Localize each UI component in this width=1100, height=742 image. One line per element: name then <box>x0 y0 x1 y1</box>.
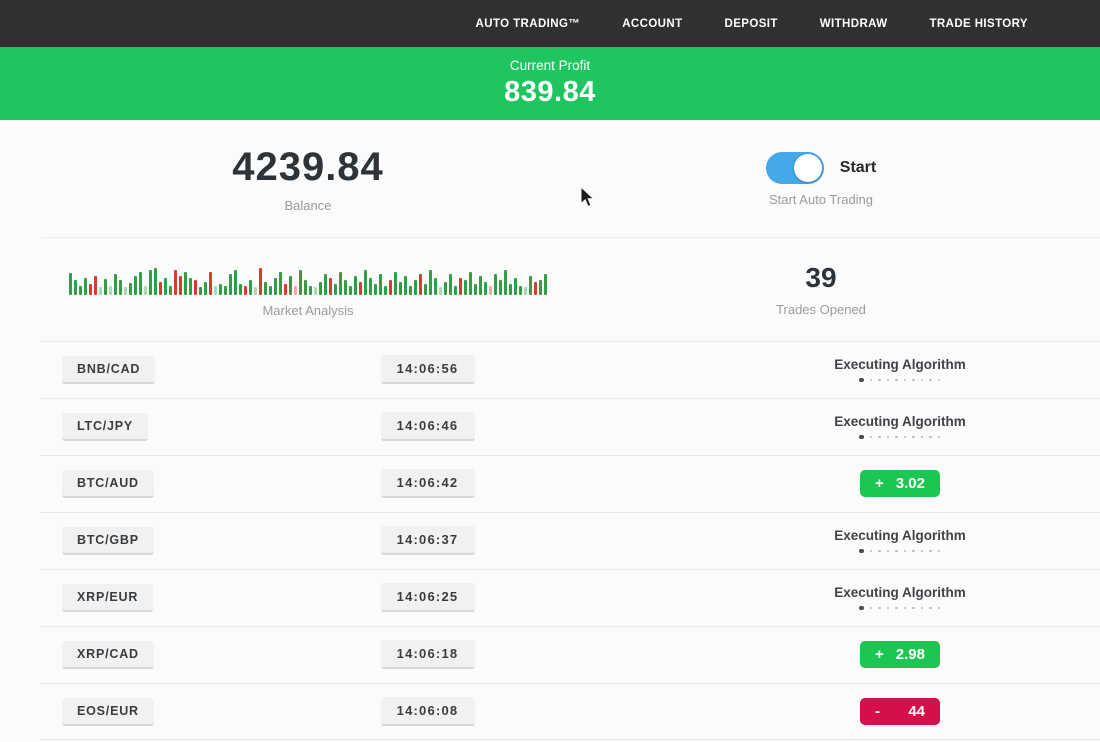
executing-status: Executing Algorithm <box>834 528 966 554</box>
auto-trading-label: Start Auto Trading <box>769 192 873 207</box>
trade-row: LTC/JPY 14:06:46 Executing Algorithm <box>0 398 1100 455</box>
balance-label: Balance <box>285 198 332 213</box>
trade-row: XRP/EUR 14:06:25 Executing Algorithm <box>0 569 1100 626</box>
time-chip[interactable]: 14:06:08 <box>381 697 475 726</box>
badge-amount: 3.02 <box>896 475 925 492</box>
badge-sign: + <box>875 646 884 663</box>
toggle-label: Start <box>840 159 876 177</box>
time-chip[interactable]: 14:06:37 <box>381 526 475 555</box>
trades-opened-label: Trades Opened <box>776 302 866 317</box>
trade-row: EOS/EUR 14:06:08 - 44 <box>0 683 1100 740</box>
time-chip[interactable]: 14:06:18 <box>381 640 475 669</box>
nav-item[interactable]: WITHDRAW <box>820 18 888 30</box>
executing-status: Executing Algorithm <box>834 585 966 611</box>
trade-row: XRP/CAD 14:06:18 + 2.98 <box>0 626 1100 683</box>
executing-status: Executing Algorithm <box>834 357 966 383</box>
market-analysis-section: Market Analysis 39 Trades Opened <box>0 238 1100 341</box>
auto-trading-toggle[interactable] <box>766 152 824 184</box>
current-profit-value: 839.84 <box>504 76 596 109</box>
badge-sign: - <box>875 703 880 720</box>
loss-badge: - 44 <box>860 698 940 725</box>
executing-status: Executing Algorithm <box>834 414 966 440</box>
nav-item[interactable]: ACCOUNT <box>622 18 682 30</box>
time-chip[interactable]: 14:06:42 <box>381 469 475 498</box>
pair-chip[interactable]: EOS/EUR <box>62 698 154 726</box>
time-chip[interactable]: 14:06:25 <box>381 583 475 612</box>
executing-label: Executing Algorithm <box>834 528 966 543</box>
top-nav: AUTO TRADING™ ACCOUNT DEPOSIT WITHDRAW T… <box>0 0 1100 47</box>
loading-dots-icon <box>834 549 966 554</box>
pair-chip[interactable]: XRP/EUR <box>62 584 153 612</box>
executing-label: Executing Algorithm <box>834 414 966 429</box>
pair-chip[interactable]: BTC/AUD <box>62 470 154 498</box>
trade-row: BTC/AUD 14:06:42 + 3.02 <box>0 455 1100 512</box>
trades-list: BNB/CAD 14:06:56 Executing Algorithm <box>0 341 1100 740</box>
pair-chip[interactable]: BTC/GBP <box>62 527 154 555</box>
pair-chip[interactable]: XRP/CAD <box>62 641 154 669</box>
time-chip[interactable]: 14:06:46 <box>381 412 475 441</box>
loading-dots-icon <box>834 378 966 383</box>
balance-section: 4239.84 Balance Start Start Auto Trading <box>0 120 1100 238</box>
trade-row: BTC/GBP 14:06:37 Executing Algorithm <box>0 512 1100 569</box>
executing-label: Executing Algorithm <box>834 357 966 372</box>
badge-amount: 2.98 <box>896 646 925 663</box>
current-profit-label: Current Profit <box>510 58 590 73</box>
pair-chip[interactable]: BNB/CAD <box>62 356 155 384</box>
pair-chip[interactable]: LTC/JPY <box>62 413 148 441</box>
nav-item[interactable]: TRADE HISTORY <box>930 18 1029 30</box>
executing-label: Executing Algorithm <box>834 585 966 600</box>
market-analysis-chart <box>69 261 547 295</box>
balance-value: 4239.84 <box>232 145 384 190</box>
toggle-knob <box>794 154 822 182</box>
profit-badge: + 2.98 <box>860 641 940 668</box>
badge-amount: 44 <box>908 703 925 720</box>
nav-item[interactable]: AUTO TRADING™ <box>476 18 581 30</box>
current-profit-banner: Current Profit 839.84 <box>0 47 1100 120</box>
market-analysis-label: Market Analysis <box>262 303 353 318</box>
auto-trading-app: AUTO TRADING™ ACCOUNT DEPOSIT WITHDRAW T… <box>0 0 1100 742</box>
time-chip[interactable]: 14:06:56 <box>381 355 475 384</box>
profit-badge: + 3.02 <box>860 470 940 497</box>
nav-item[interactable]: DEPOSIT <box>725 18 778 30</box>
badge-sign: + <box>875 475 884 492</box>
trades-opened-count: 39 <box>805 262 836 294</box>
loading-dots-icon <box>834 606 966 611</box>
loading-dots-icon <box>834 435 966 440</box>
trade-row: BNB/CAD 14:06:56 Executing Algorithm <box>0 341 1100 398</box>
